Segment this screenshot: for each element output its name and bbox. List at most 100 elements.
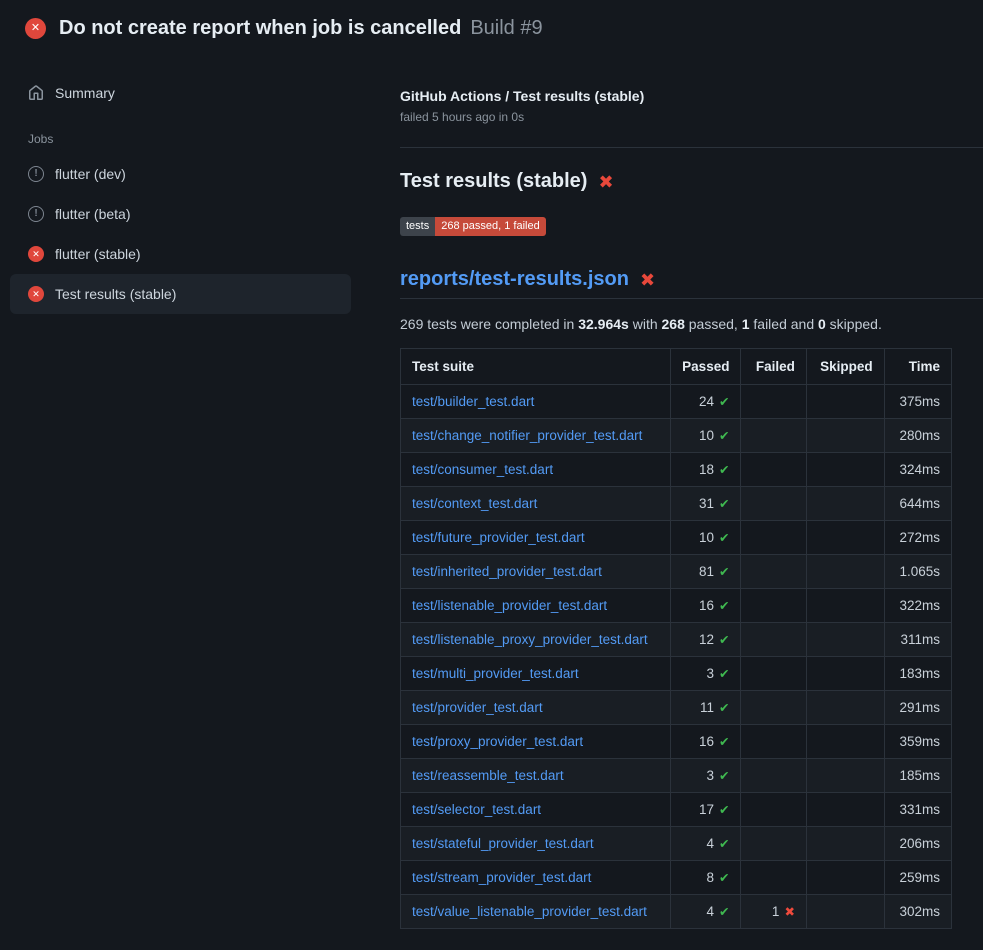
time-cell: 272ms xyxy=(884,521,951,555)
skipped-cell xyxy=(806,827,884,861)
check-icon: ✔ xyxy=(719,497,729,511)
failed-x-icon: ✖ xyxy=(598,173,613,191)
suite-cell: test/value_listenable_provider_test.dart xyxy=(401,895,671,929)
check-icon: ✔ xyxy=(719,667,729,681)
check-icon: ✔ xyxy=(719,633,729,647)
test-suite-link[interactable]: test/change_notifier_provider_test.dart xyxy=(412,428,642,443)
col-failed: Failed xyxy=(741,349,806,385)
passed-cell-value: 17 xyxy=(699,802,714,817)
test-suite-link[interactable]: test/context_test.dart xyxy=(412,496,537,511)
skipped-cell xyxy=(806,691,884,725)
sidebar-item-label: flutter (dev) xyxy=(55,166,126,182)
section-heading: Test results (stable) ✖ xyxy=(400,170,983,193)
failed-cell xyxy=(741,555,806,589)
passed-cell: 16 ✔ xyxy=(671,725,741,759)
test-suite-link[interactable]: test/consumer_test.dart xyxy=(412,462,553,477)
cross-icon: ✖ xyxy=(784,905,794,919)
table-row: test/builder_test.dart 24✔ 375ms xyxy=(401,385,952,419)
test-suite-link[interactable]: test/multi_provider_test.dart xyxy=(412,666,579,681)
test-suite-link[interactable]: test/proxy_provider_test.dart xyxy=(412,734,583,749)
summary-failed-count: 1 xyxy=(742,316,750,332)
main-content: GitHub Actions / Test results (stable) f… xyxy=(400,88,983,929)
failed-status-icon: ✕ xyxy=(25,18,46,39)
summary-passed-count: 268 xyxy=(662,316,685,332)
sidebar-item-flutter-beta[interactable]: ! flutter (beta) xyxy=(10,194,351,234)
suite-cell: test/listenable_proxy_provider_test.dart xyxy=(401,623,671,657)
time-cell-value: 291ms xyxy=(899,700,940,715)
test-suite-link[interactable]: test/future_provider_test.dart xyxy=(412,530,585,545)
page-title: Do not create report when job is cancell… xyxy=(59,17,543,40)
badge-label: tests xyxy=(400,217,435,236)
time-cell: 291ms xyxy=(884,691,951,725)
time-cell-value: 375ms xyxy=(899,394,940,409)
time-cell-value: 206ms xyxy=(899,836,940,851)
check-icon: ✔ xyxy=(719,735,729,749)
sidebar-item-test-results-stable[interactable]: ✕ Test results (stable) xyxy=(10,274,351,314)
test-suite-link[interactable]: test/inherited_provider_test.dart xyxy=(412,564,602,579)
failed-cell xyxy=(741,385,806,419)
skipped-cell xyxy=(806,555,884,589)
failed-status-icon: ✕ xyxy=(28,286,44,302)
table-row: test/stream_provider_test.dart 8✔ 259ms xyxy=(401,861,952,895)
test-suite-link[interactable]: test/selector_test.dart xyxy=(412,802,541,817)
table-row: test/listenable_provider_test.dart16✔322… xyxy=(401,589,952,623)
passed-cell-value: 16 xyxy=(699,734,714,749)
time-cell-value: 331ms xyxy=(899,802,940,817)
time-cell: 185ms xyxy=(884,759,951,793)
suite-cell: test/consumer_test.dart xyxy=(401,453,671,487)
failed-cell xyxy=(741,589,806,623)
passed-cell-value: 8 xyxy=(706,870,714,885)
suite-cell: test/proxy_provider_test.dart xyxy=(401,725,671,759)
sidebar-item-summary[interactable]: Summary xyxy=(10,74,351,112)
test-suite-link[interactable]: test/provider_test.dart xyxy=(412,700,543,715)
passed-cell-value: 10 xyxy=(699,530,714,545)
skipped-cell xyxy=(806,487,884,521)
test-suite-link[interactable]: test/listenable_provider_test.dart xyxy=(412,598,607,613)
time-cell: 259ms xyxy=(884,861,951,895)
passed-cell-value: 11 xyxy=(700,700,714,715)
check-icon: ✔ xyxy=(719,463,729,477)
summary-part: skipped. xyxy=(826,316,882,332)
suite-cell: test/builder_test.dart xyxy=(401,385,671,419)
test-suite-link[interactable]: test/builder_test.dart xyxy=(412,394,534,409)
build-title: Do not create report when job is cancell… xyxy=(59,17,461,39)
time-cell-value: 280ms xyxy=(899,428,940,443)
test-suite-link[interactable]: test/listenable_proxy_provider_test.dart xyxy=(412,632,648,647)
time-cell-value: 185ms xyxy=(899,768,940,783)
passed-cell: 4✔ xyxy=(671,827,741,861)
summary-part: failed and xyxy=(750,316,819,332)
suite-cell: test/context_test.dart xyxy=(401,487,671,521)
check-icon: ✔ xyxy=(719,769,729,783)
table-row: test/selector_test.dart17✔331ms xyxy=(401,793,952,827)
passed-cell-value: 4 xyxy=(706,836,714,851)
sidebar-item-flutter-dev[interactable]: ! flutter (dev) xyxy=(10,154,351,194)
table-header-row: Test suite Passed Failed Skipped Time xyxy=(401,349,952,385)
passed-cell-value: 81 xyxy=(699,564,714,579)
table-row: test/change_notifier_provider_test.dart1… xyxy=(401,419,952,453)
summary-text: 269 tests were completed in 32.964s with… xyxy=(400,316,983,332)
col-passed: Passed xyxy=(671,349,741,385)
test-suite-link[interactable]: test/stateful_provider_test.dart xyxy=(412,836,594,851)
test-suite-link[interactable]: test/value_listenable_provider_test.dart xyxy=(412,904,647,919)
passed-cell: 8✔ xyxy=(671,861,741,895)
suite-cell: test/listenable_provider_test.dart xyxy=(401,589,671,623)
failed-cell xyxy=(741,623,806,657)
passed-cell: 24✔ xyxy=(671,385,741,419)
check-icon: ✔ xyxy=(719,837,729,851)
table-row: test/value_listenable_provider_test.dart… xyxy=(401,895,952,929)
passed-cell: 81✔ xyxy=(671,555,741,589)
passed-cell-value: 12 xyxy=(699,632,714,647)
time-cell-value: 183ms xyxy=(899,666,940,681)
time-cell: 302ms xyxy=(884,895,951,929)
table-row: test/consumer_test.dart18✔324ms xyxy=(401,453,952,487)
passed-cell: 12 ✔ xyxy=(671,623,741,657)
time-cell-value: 644ms xyxy=(899,496,940,511)
section-heading-text: Test results (stable) xyxy=(400,170,587,193)
sidebar-item-flutter-stable[interactable]: ✕ flutter (stable) xyxy=(10,234,351,274)
test-suite-link[interactable]: test/stream_provider_test.dart xyxy=(412,870,591,885)
report-link[interactable]: reports/test-results.json xyxy=(400,268,629,291)
test-suite-link[interactable]: test/reassemble_test.dart xyxy=(412,768,564,783)
sidebar: Summary Jobs ! flutter (dev) ! flutter (… xyxy=(0,74,361,314)
breadcrumb: GitHub Actions / Test results (stable) xyxy=(400,88,983,104)
skipped-cell xyxy=(806,895,884,929)
